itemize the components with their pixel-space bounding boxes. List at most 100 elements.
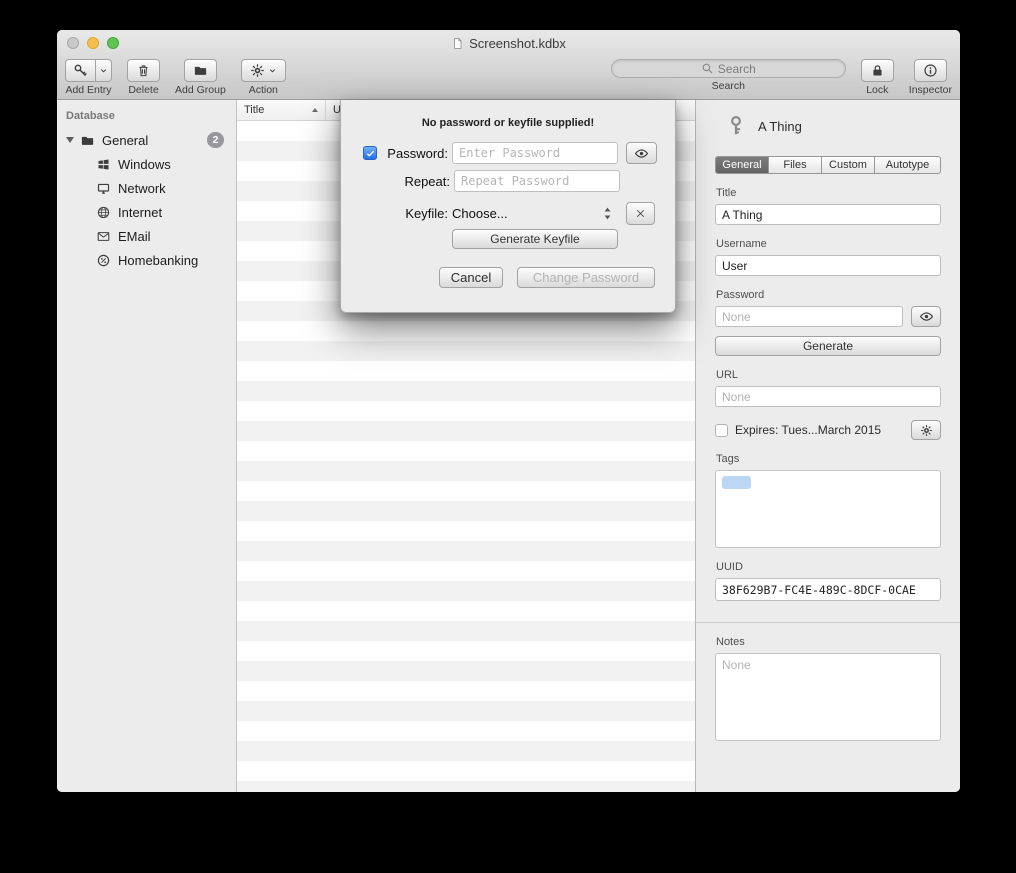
sidebar-item-email[interactable]: EMail [57,224,236,248]
window-chrome: Screenshot.kdbx Add Entry [57,30,960,100]
change-password-button[interactable]: Change Password [517,267,655,288]
column-title-text: Title [244,104,264,116]
entry-header: A Thing [715,100,941,137]
reveal-password-button[interactable] [911,306,941,327]
sheet-message: No password or keyfile supplied! [341,100,675,129]
lock-button[interactable] [861,59,894,82]
app-window: Screenshot.kdbx Add Entry [57,30,960,792]
inspector-panel: A Thing General Files Custom Autotype Ti… [695,100,960,792]
cancel-button[interactable]: Cancel [439,267,503,288]
tab-files[interactable]: Files [769,157,822,173]
chevron-down-icon [99,66,108,75]
sidebar-item-label: Internet [118,205,162,220]
repeat-input[interactable] [454,170,620,192]
search-input[interactable]: Search [611,59,846,78]
eye-icon [634,146,649,161]
lock-icon [870,63,885,78]
disclosure-triangle-icon[interactable] [66,137,74,143]
search-icon [701,62,714,75]
sidebar-item-internet[interactable]: Internet [57,200,236,224]
window-title: Screenshot.kdbx [57,30,960,57]
username-field[interactable] [715,255,941,276]
delete-button[interactable] [127,59,160,82]
action-button[interactable] [241,59,286,82]
sidebar: Database General 2 Windows Network [57,100,237,792]
generate-keyfile-row: Generate Keyfile [341,229,675,249]
inspector-label: Inspector [909,84,952,96]
clear-keyfile-button[interactable] [626,202,655,225]
search-placeholder: Search [718,62,756,76]
password-row: Password: [341,142,675,164]
keyfile-row: Keyfile: Choose... [341,202,675,225]
inspector-group: Inspector [909,59,952,96]
url-field[interactable] [715,386,941,407]
stepper-icon [603,206,612,221]
divider [696,622,960,623]
tags-box[interactable] [715,470,941,548]
sidebar-item-general[interactable]: General 2 [57,128,236,152]
tab-autotype[interactable]: Autotype [875,157,940,173]
window-title-text: Screenshot.kdbx [469,36,566,51]
title-field[interactable] [715,204,941,225]
expires-label: Expires: Tues...March 2015 [735,423,904,437]
username-label: Username [716,238,941,250]
trash-icon [136,63,151,78]
add-entry-split-button [65,59,112,82]
expires-row: Expires: Tues...March 2015 [715,420,941,440]
reveal-password-button[interactable] [626,142,657,164]
password-label: Password: [379,146,448,161]
check-icon [365,148,376,159]
folder-icon [80,133,95,148]
title-label: Title [716,187,941,199]
tab-general[interactable]: General [716,157,769,173]
tab-custom[interactable]: Custom [822,157,875,173]
sidebar-item-label: Windows [118,157,171,172]
add-group-group: Add Group [175,59,226,96]
tags-label: Tags [716,453,941,465]
url-label: URL [716,369,941,381]
gear-icon [920,424,933,437]
tag-chip[interactable] [722,476,751,489]
password-field[interactable] [715,306,903,327]
lock-label: Lock [866,84,888,96]
titlebar[interactable]: Screenshot.kdbx [57,30,960,57]
add-entry-label: Add Entry [65,84,111,96]
coin-icon [96,253,111,268]
repeat-label: Repeat: [381,174,450,189]
folder-icon [193,63,208,78]
lock-group: Lock [861,59,894,96]
monitor-icon [96,181,111,196]
keyfile-value: Choose... [452,206,508,221]
add-entry-button[interactable] [65,59,96,82]
close-x-icon [634,207,647,220]
password-label: Password [716,289,941,301]
envelope-icon [96,229,111,244]
uuid-field[interactable] [715,578,941,601]
inspector-button[interactable] [914,59,947,82]
add-entry-group: Add Entry [65,59,112,96]
expires-checkbox[interactable] [715,424,728,437]
sidebar-item-network[interactable]: Network [57,176,236,200]
gear-icon [250,63,265,78]
generate-button[interactable]: Generate [715,336,941,356]
sidebar-item-label: Homebanking [118,253,198,268]
keyfile-popup[interactable]: Choose... [452,206,618,221]
add-entry-dropdown-button[interactable] [96,59,112,82]
password-checkbox[interactable] [363,146,377,160]
column-header-title[interactable]: Title [237,100,326,120]
notes-area[interactable] [715,653,941,741]
password-input[interactable] [452,142,618,164]
delete-group: Delete [127,59,160,96]
generate-keyfile-button[interactable]: Generate Keyfile [452,229,618,249]
expires-settings-button[interactable] [911,420,941,440]
add-group-button[interactable] [184,59,217,82]
sheet-buttons: Cancel Change Password [341,267,675,288]
add-group-label: Add Group [175,84,226,96]
entry-title: A Thing [758,119,802,134]
uuid-label: UUID [716,561,941,573]
action-group: Action [241,59,286,96]
sidebar-item-windows[interactable]: Windows [57,152,236,176]
info-icon [923,63,938,78]
sidebar-item-homebanking[interactable]: Homebanking [57,248,236,272]
action-label: Action [249,84,278,96]
